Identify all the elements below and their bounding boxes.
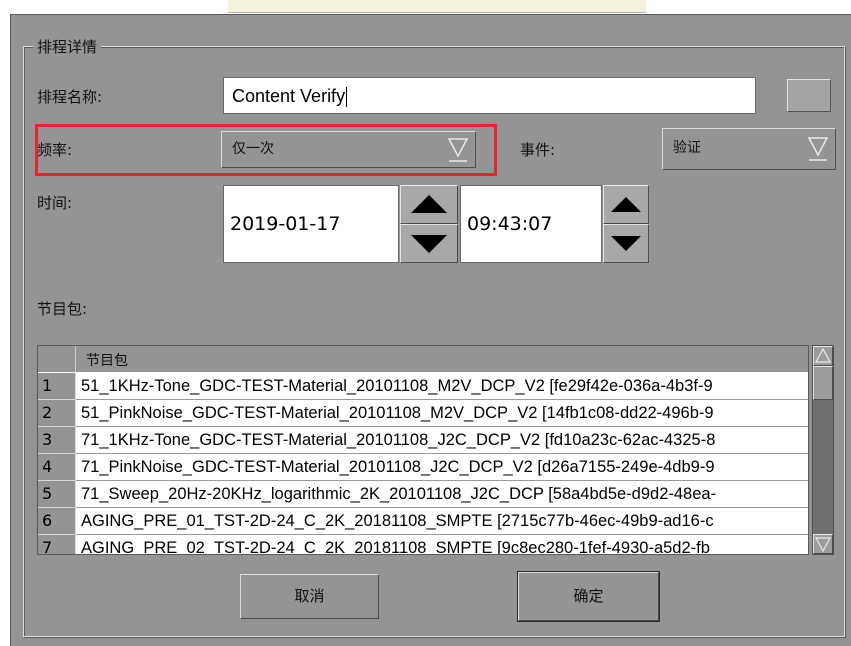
spin-up-icon [611, 197, 641, 212]
table-row[interactable]: 2 51_PinkNoise_GDC-TEST-Material_2010110… [38, 400, 808, 427]
time-label: 时间: [37, 194, 73, 212]
row-number: 3 [38, 427, 76, 454]
table-header: 节目包 [38, 346, 808, 372]
table-row[interactable]: 4 71_PinkNoise_GDC-TEST-Material_2010110… [38, 454, 808, 481]
package-cell[interactable]: 51_PinkNoise_GDC-TEST-Material_20101108_… [76, 400, 808, 427]
column-header-package[interactable]: 节目包 [86, 350, 128, 370]
scroll-down-icon [814, 537, 832, 553]
row-number: 7 [38, 535, 76, 554]
package-table: 节目包 1 51_1KHz-Tone_GDC-TEST-Material_201… [37, 345, 809, 555]
table-row[interactable]: 6 AGING_PRE_01_TST-2D-24_C_2K_20181108_S… [38, 508, 808, 535]
package-cell[interactable]: 51_1KHz-Tone_GDC-TEST-Material_20101108_… [76, 373, 808, 400]
schedule-name-input[interactable]: Content Verify [223, 77, 756, 114]
table-vertical-scrollbar[interactable] [812, 345, 834, 555]
time-input[interactable]: 09:43:07 [460, 185, 602, 263]
package-cell[interactable]: AGING_PRE_02_TST-2D-24_C_2K_20181108_SMP… [76, 535, 808, 554]
event-dropdown[interactable]: 验证 [662, 128, 836, 170]
dropdown-arrow-icon [807, 137, 829, 161]
time-up-button[interactable] [603, 185, 649, 224]
table-row[interactable]: 7 AGING_PRE_02_TST-2D-24_C_2K_20181108_S… [38, 535, 808, 554]
date-input[interactable]: 2019-01-17 [223, 185, 399, 263]
package-cell[interactable]: 71_1KHz-Tone_GDC-TEST-Material_20101108_… [76, 427, 808, 454]
frequency-highlight-box [35, 124, 497, 176]
date-up-button[interactable] [400, 185, 458, 224]
table-row[interactable]: 1 51_1KHz-Tone_GDC-TEST-Material_2010110… [38, 373, 808, 400]
scroll-up-button[interactable] [813, 346, 833, 366]
schedule-name-label: 排程名称: [37, 88, 103, 106]
event-value: 验证 [673, 140, 701, 156]
row-number: 4 [38, 454, 76, 481]
row-number: 1 [38, 373, 76, 400]
row-number: 5 [38, 481, 76, 508]
table-corner [38, 346, 76, 372]
schedule-name-value: Content Verify [232, 86, 346, 106]
time-down-button[interactable] [603, 224, 649, 263]
spin-down-icon [411, 235, 447, 253]
group-title: 排程详情 [33, 36, 102, 57]
row-number: 2 [38, 400, 76, 427]
table-row[interactable]: 5 71_Sweep_20Hz-20KHz_logarithmic_2K_201… [38, 481, 808, 508]
browse-button[interactable] [787, 79, 831, 112]
ok-button[interactable]: 确定 [518, 572, 659, 621]
spin-down-icon [611, 236, 641, 251]
event-label: 事件: [520, 141, 556, 159]
spin-up-icon [411, 195, 447, 213]
package-cell[interactable]: 71_Sweep_20Hz-20KHz_logarithmic_2K_20101… [76, 481, 808, 508]
package-cell[interactable]: AGING_PRE_01_TST-2D-24_C_2K_20181108_SMP… [76, 508, 808, 535]
table-row[interactable]: 3 71_1KHz-Tone_GDC-TEST-Material_2010110… [38, 427, 808, 454]
date-down-button[interactable] [400, 224, 458, 263]
scroll-down-button[interactable] [813, 534, 833, 554]
text-caret [346, 87, 348, 108]
scrollbar-thumb[interactable] [813, 366, 833, 400]
package-cell[interactable]: 71_PinkNoise_GDC-TEST-Material_20101108_… [76, 454, 808, 481]
row-number: 6 [38, 508, 76, 535]
package-label: 节目包: [37, 300, 88, 318]
background-window-tab [228, 0, 646, 13]
scroll-up-icon [814, 347, 832, 363]
cancel-button[interactable]: 取消 [240, 574, 379, 619]
